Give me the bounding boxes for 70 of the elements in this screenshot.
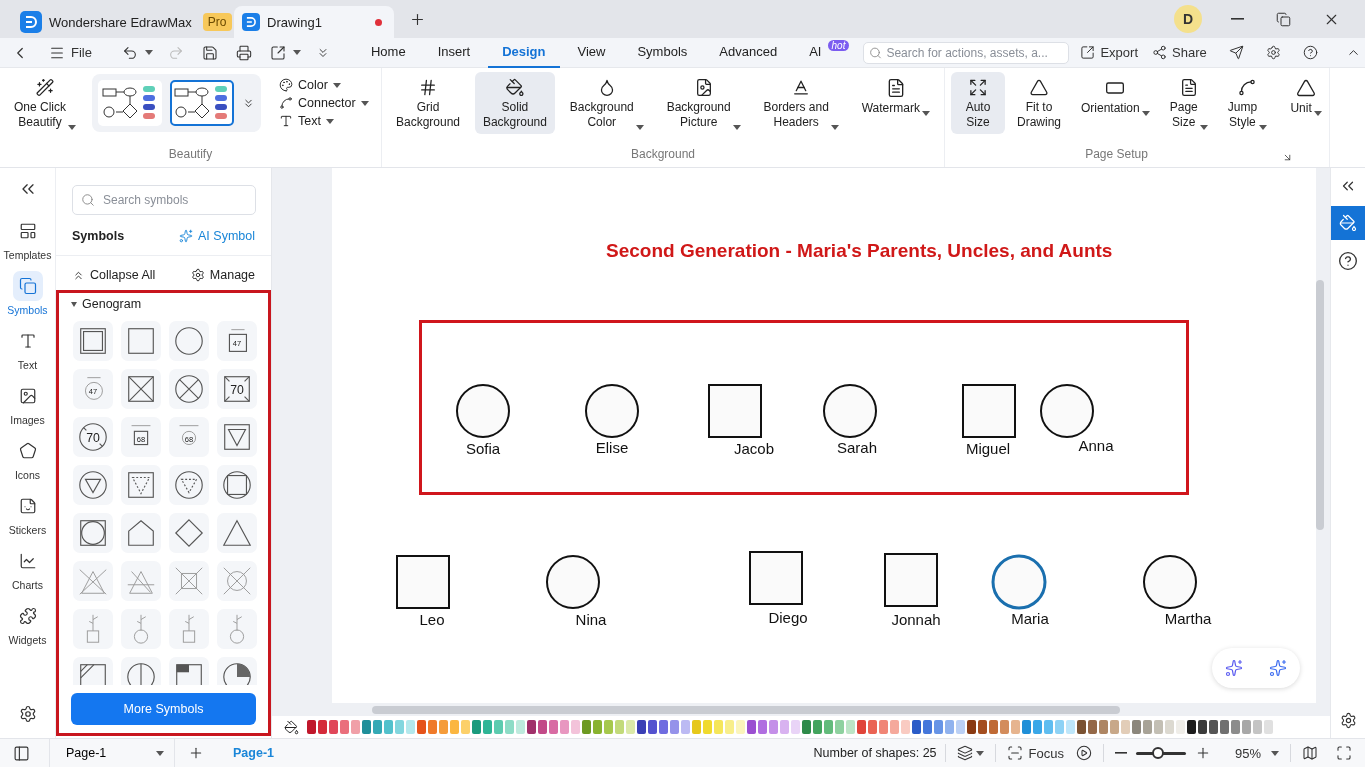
collapse-all-button[interactable]: Collapse All — [72, 268, 156, 282]
sidebar-item[interactable]: Text — [3, 326, 52, 371]
ribbon-button[interactable]: Grid Background — [388, 72, 469, 134]
ribbon-button[interactable]: Borders and Headers — [755, 72, 847, 134]
person-name: Sarah — [837, 439, 877, 456]
person-name: Diego — [768, 609, 808, 626]
ribbon-tab[interactable]: Insert — [423, 37, 485, 68]
sidebar-item[interactable]: Widgets — [3, 601, 52, 646]
ribbon-button[interactable]: Fit to Drawing — [1009, 72, 1069, 134]
more-symbols-button[interactable]: More Symbols — [71, 693, 256, 725]
tab-title: Drawing1 — [267, 14, 322, 30]
ribbon-button[interactable]: Unit — [1279, 72, 1334, 134]
ribbon-button[interactable]: One Click Beautify — [6, 72, 84, 134]
ribbon-button[interactable]: Background Color — [561, 72, 652, 134]
ribbon-tab[interactable]: Symbols — [623, 37, 702, 68]
ribbon-tab[interactable]: Design — [488, 37, 560, 68]
person-name: Jonnah — [891, 611, 941, 628]
sidebar-item[interactable]: Templates — [3, 216, 52, 261]
panel-title: Symbols — [72, 229, 125, 243]
ribbon-button[interactable]: Watermark — [853, 72, 938, 134]
ribbon-button[interactable]: Jump Style — [1219, 72, 1276, 134]
ai-symbol-link[interactable]: AI Symbol — [179, 229, 255, 243]
person-name: Anna — [1078, 437, 1114, 454]
person-name: Maria — [1011, 610, 1049, 627]
ribbon-tab[interactable]: Home — [356, 37, 420, 68]
sidebar-item[interactable]: Charts — [3, 546, 52, 591]
dropdown-menu[interactable]: Text — [279, 114, 369, 128]
ribbon-button[interactable]: Background Picture — [658, 72, 749, 134]
person-name: Leo — [419, 611, 445, 628]
category-header[interactable]: Genogram — [59, 293, 154, 315]
group-title: Page Setup — [1085, 147, 1148, 163]
dropdown-menu[interactable]: Connector — [279, 96, 369, 110]
search-field[interactable]: Search symbols — [72, 185, 256, 215]
window-tab[interactable]: Wondershare EdrawMax Pro — [12, 6, 234, 38]
person-name: Jacob — [734, 440, 774, 457]
ribbon-button[interactable]: Solid Background — [474, 72, 555, 134]
diagram-title: Second Generation - Maria's Parents, Uncles, and Aunts — [606, 240, 1113, 262]
window-tab[interactable]: Drawing1 — [234, 6, 394, 38]
export-button[interactable]: Export — [1077, 42, 1141, 63]
user-avatar[interactable]: D — [1174, 5, 1202, 33]
sidebar-item[interactable]: Icons — [3, 436, 52, 481]
person-name: Sofia — [465, 440, 501, 457]
page-tab[interactable]: Page-1 — [217, 746, 290, 760]
group-title: Background — [631, 147, 696, 163]
pro-badge: Pro — [202, 13, 232, 31]
ribbon-button[interactable]: Auto Size — [951, 72, 1005, 134]
tab-title: Wondershare EdrawMax — [49, 14, 192, 30]
focus-button[interactable]: Focus — [1003, 742, 1067, 764]
manage-button[interactable]: Manage — [190, 268, 255, 282]
person-name: Martha — [1164, 610, 1212, 627]
share-button[interactable]: Share — [1149, 42, 1210, 63]
person-name: Nina — [575, 611, 607, 628]
ribbon-tab[interactable]: View — [563, 37, 620, 68]
person-name: Miguel — [965, 440, 1011, 457]
dropdown-menu[interactable]: Color — [279, 78, 369, 92]
sidebar-item[interactable]: Images — [3, 381, 52, 426]
search-field[interactable]: Search for actions, assets, a... — [863, 41, 1070, 64]
zoom-dropdown[interactable]: 95% — [1231, 742, 1282, 764]
page-dropdown[interactable]: Page-1 — [49, 738, 175, 767]
sidebar-item[interactable]: Stickers — [3, 491, 52, 536]
ribbon-button[interactable]: Orientation — [1073, 72, 1158, 134]
ribbon-button[interactable]: Page Size — [1161, 72, 1216, 134]
file-menu[interactable]: File — [46, 41, 95, 64]
ribbon-tab[interactable]: Advanced — [705, 37, 792, 68]
group-title: Beautify — [168, 147, 213, 163]
shape-count: Number of shapes: 25 — [813, 746, 937, 760]
sidebar-item[interactable]: Symbols — [3, 271, 52, 316]
ribbon-tab[interactable]: AI hot — [795, 37, 852, 68]
person-name: Elise — [595, 439, 629, 456]
hot-badge: hot — [827, 39, 850, 51]
